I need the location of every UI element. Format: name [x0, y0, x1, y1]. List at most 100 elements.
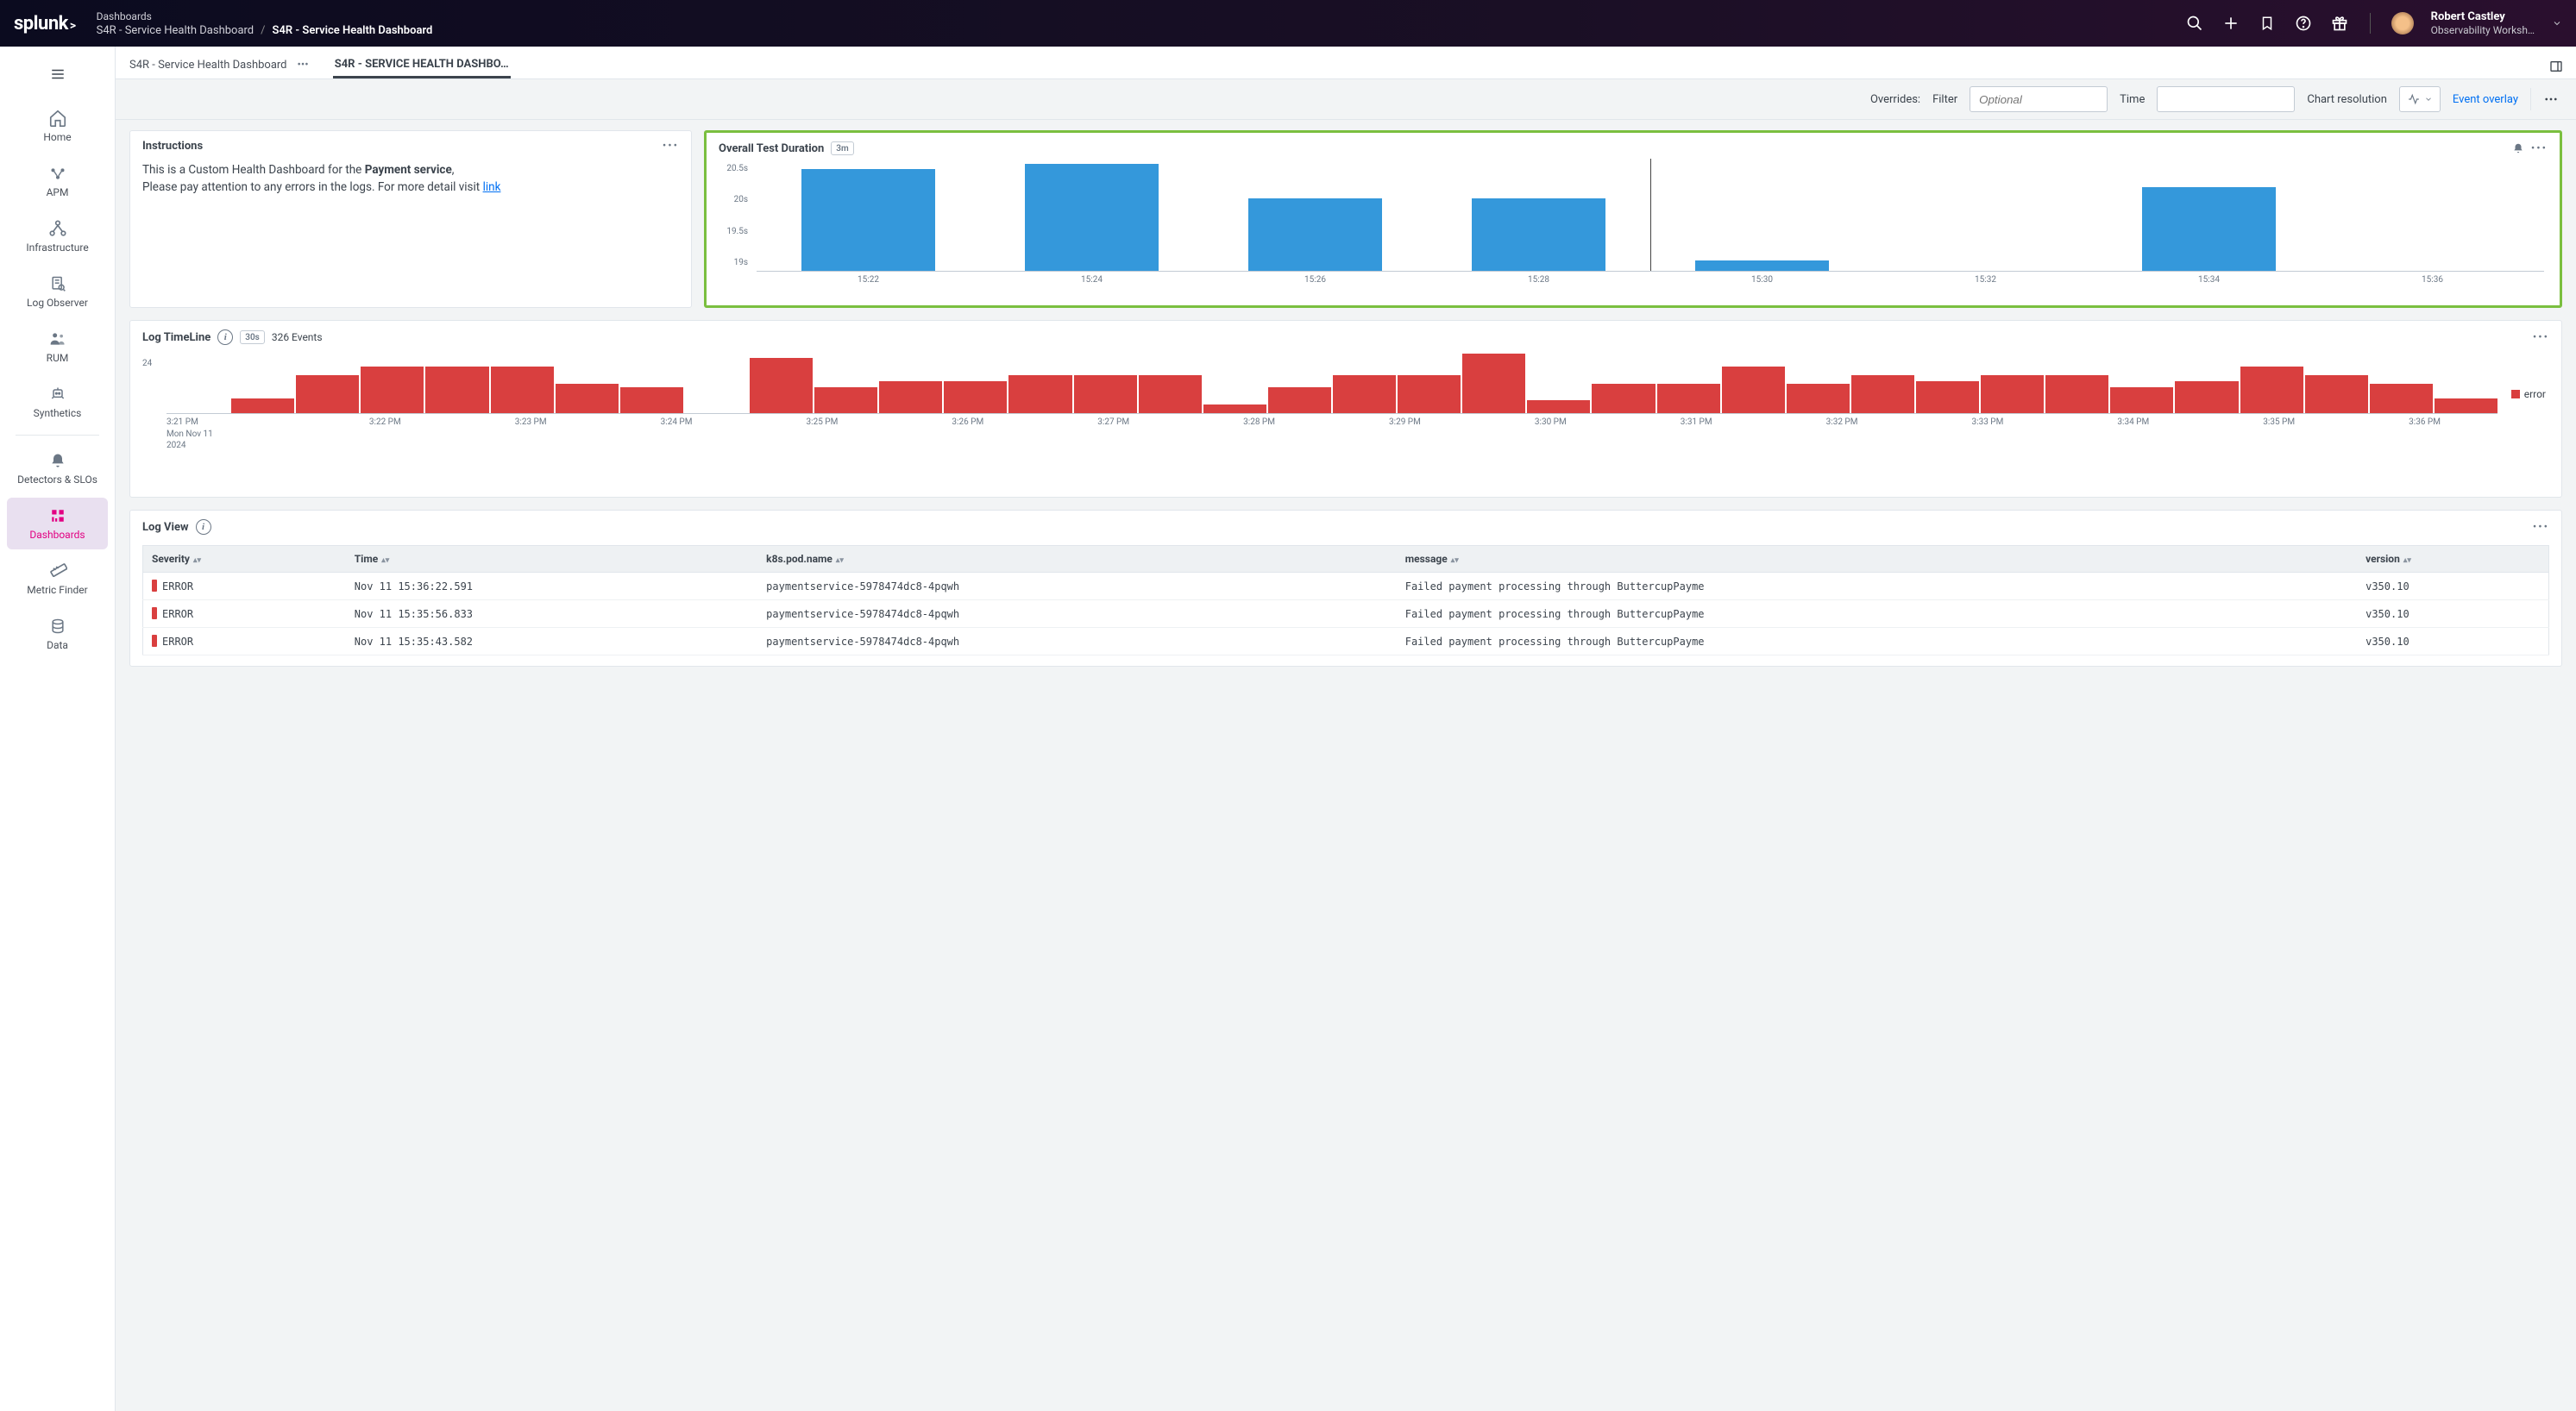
sidebar-item-detectors[interactable]: Detectors & SLOs [7, 442, 108, 494]
chevron-down-icon[interactable] [2552, 18, 2562, 28]
bar[interactable] [944, 381, 1007, 413]
bar[interactable] [1203, 404, 1266, 413]
tab-strip: S4R - Service Health Dashboard ••• S4R -… [116, 47, 2576, 79]
x-tick: 15:22 [757, 275, 980, 285]
bar[interactable] [2045, 375, 2108, 413]
col-severity[interactable]: Severity▴▾ [143, 546, 346, 573]
bar[interactable] [296, 375, 359, 413]
tab-more-icon[interactable]: ••• [298, 59, 309, 78]
bar[interactable] [2305, 375, 2368, 413]
overall-duration-chart[interactable]: 20.5s20s19.5s19s 15:2215:2415:2615:2815:… [719, 164, 2548, 285]
logo[interactable]: splunk> [14, 13, 76, 34]
bar[interactable] [2175, 381, 2238, 413]
bar[interactable] [1592, 384, 1655, 414]
bookmark-icon[interactable] [2258, 14, 2277, 33]
more-actions-icon[interactable] [2530, 88, 2562, 110]
tab-dashboard-2[interactable]: S4R - SERVICE HEALTH DASHBO… [333, 58, 511, 78]
bar[interactable] [1657, 384, 1720, 414]
bar[interactable] [1527, 400, 1590, 413]
bar[interactable] [1462, 354, 1525, 413]
search-icon[interactable] [2185, 14, 2204, 33]
bar[interactable] [1139, 375, 1202, 413]
bar[interactable] [1851, 375, 1914, 413]
breadcrumb-section[interactable]: Dashboards [97, 10, 433, 22]
panel-menu-icon[interactable]: ••• [2533, 331, 2549, 344]
panel-menu-icon[interactable]: ••• [2533, 521, 2549, 534]
bar[interactable] [1722, 367, 1785, 413]
sidebar-item-data[interactable]: Data [7, 608, 108, 660]
instructions-link[interactable]: link [483, 180, 501, 194]
bar[interactable] [2370, 384, 2433, 414]
x-tick: 3:31 PM [1624, 417, 1769, 427]
table-row[interactable]: ERRORNov 11 15:36:22.591paymentservice-5… [143, 573, 2549, 600]
x-tick: 3:27 PM [1040, 417, 1186, 427]
avatar[interactable] [2391, 12, 2414, 34]
bar[interactable] [1472, 198, 1605, 271]
panel-toggle-icon[interactable] [2548, 60, 2564, 78]
bar[interactable] [1333, 375, 1396, 413]
user-menu[interactable]: Robert Castley Observability Worksh… [2431, 10, 2535, 36]
sidebar-item-infrastructure[interactable]: Infrastructure [7, 210, 108, 262]
bar[interactable] [2435, 398, 2497, 413]
panel-menu-icon[interactable]: ••• [2531, 142, 2548, 155]
bar-slot [2097, 164, 2321, 271]
cell-pod: paymentservice-5978474dc8-4pqwh [757, 628, 1397, 655]
breadcrumb-parent[interactable]: S4R - Service Health Dashboard [97, 24, 254, 37]
info-icon[interactable]: i [217, 329, 233, 345]
sidebar-item-dashboards[interactable]: Dashboards [7, 498, 108, 549]
time-input[interactable] [2157, 86, 2295, 112]
sidebar-item-home[interactable]: Home [7, 100, 108, 152]
col-time[interactable]: Time▴▾ [346, 546, 757, 573]
bar[interactable] [231, 398, 294, 413]
bar-slot [1874, 164, 2097, 271]
cell-severity: ERROR [143, 573, 346, 600]
bar[interactable] [361, 367, 424, 413]
bar[interactable] [879, 381, 942, 413]
bar[interactable] [1074, 375, 1137, 413]
bar[interactable] [750, 358, 813, 413]
table-row[interactable]: ERRORNov 11 15:35:43.582paymentservice-5… [143, 628, 2549, 655]
panel-menu-icon[interactable]: ••• [663, 140, 679, 153]
table-row[interactable]: ERRORNov 11 15:35:56.833paymentservice-5… [143, 600, 2549, 628]
chart-resolution-select[interactable] [2399, 86, 2441, 112]
alert-bell-icon[interactable] [2512, 142, 2524, 154]
log-timeline-chart[interactable] [166, 354, 2497, 414]
sidebar-item-metric-finder[interactable]: Metric Finder [7, 553, 108, 605]
sidebar-item-log-observer[interactable]: Log Observer [7, 266, 108, 317]
col-version[interactable]: version▴▾ [2357, 546, 2548, 573]
gift-icon[interactable] [2330, 14, 2349, 33]
plus-icon[interactable] [2221, 14, 2240, 33]
bar[interactable] [620, 387, 683, 413]
info-icon[interactable]: i [196, 519, 211, 535]
filter-input[interactable] [1970, 86, 2108, 112]
bar[interactable] [425, 367, 488, 413]
sidebar-item-rum[interactable]: RUM [7, 321, 108, 373]
bar[interactable] [1787, 384, 1850, 414]
menu-toggle-icon[interactable] [41, 57, 75, 91]
bar[interactable] [814, 387, 877, 413]
bar[interactable] [1981, 375, 2044, 413]
bar[interactable] [1025, 164, 1159, 271]
bar[interactable] [556, 384, 619, 414]
bar[interactable] [1916, 381, 1979, 413]
bar[interactable] [2110, 387, 2173, 413]
bar[interactable] [1008, 375, 1071, 413]
bar[interactable] [1398, 375, 1461, 413]
bar[interactable] [1695, 260, 1829, 271]
sidebar-item-label: Log Observer [27, 297, 88, 309]
sidebar-item-apm[interactable]: APM [7, 155, 108, 207]
bar[interactable] [1248, 198, 1382, 271]
sidebar-item-synthetics[interactable]: Synthetics [7, 376, 108, 428]
bar[interactable] [2240, 367, 2303, 413]
bar[interactable] [1268, 387, 1331, 413]
help-icon[interactable] [2294, 14, 2313, 33]
sort-icon: ▴▾ [193, 559, 201, 563]
col-message[interactable]: message▴▾ [1397, 546, 2357, 573]
tab-dashboard-1[interactable]: S4R - Service Health Dashboard [128, 59, 289, 78]
bar[interactable] [491, 367, 554, 413]
event-overlay-link[interactable]: Event overlay [2453, 93, 2518, 106]
col-pod[interactable]: k8s.pod.name▴▾ [757, 546, 1397, 573]
bar[interactable] [801, 169, 935, 271]
bar[interactable] [2142, 187, 2276, 271]
cell-time: Nov 11 15:35:43.582 [346, 628, 757, 655]
